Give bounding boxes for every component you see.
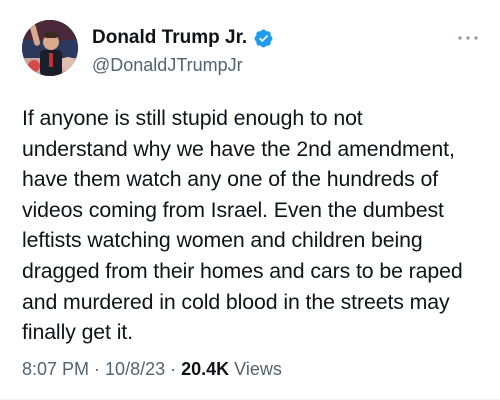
tweet-text: If anyone is still stupid enough to not …	[22, 106, 463, 345]
tweet-time[interactable]: 8:07 PM	[22, 359, 89, 379]
meta-separator: ·	[94, 359, 101, 379]
avatar-image	[22, 20, 78, 76]
verified-badge-icon	[253, 28, 274, 49]
views-count: 20.4K	[181, 359, 230, 379]
author-name-row: Donald Trump Jr.	[92, 27, 274, 49]
more-button[interactable]	[454, 28, 482, 48]
tweet-card: Donald Trump Jr. @DonaldJTrumpJr If anyo…	[0, 0, 500, 400]
more-icon	[458, 36, 478, 40]
author-display-name[interactable]: Donald Trump Jr.	[92, 27, 247, 49]
tweet-meta: 8:07 PM · 10/8/23 · 20.4K Views	[22, 358, 282, 380]
views-label: Views	[234, 359, 282, 379]
meta-separator: ·	[170, 359, 177, 379]
author-handle[interactable]: @DonaldJTrumpJr	[92, 54, 243, 76]
avatar[interactable]	[22, 20, 78, 76]
tweet-date[interactable]: 10/8/23	[105, 359, 165, 379]
